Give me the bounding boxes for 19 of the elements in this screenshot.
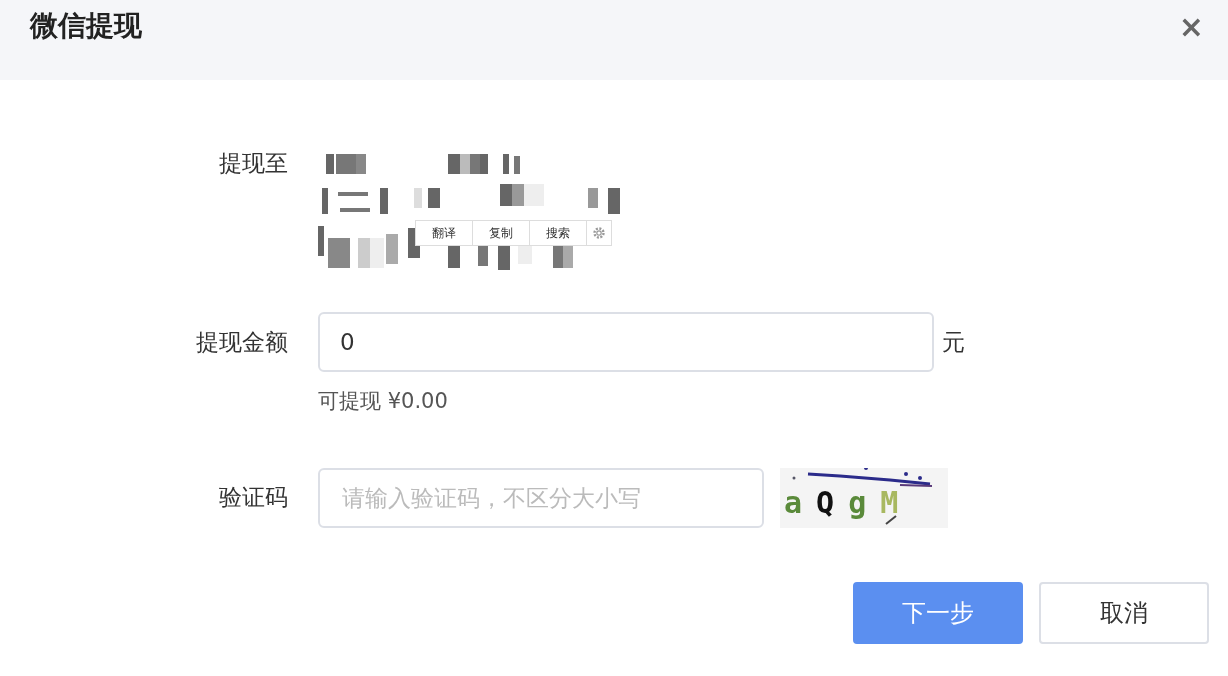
unit-label: 元 xyxy=(942,327,965,357)
captcha-character: a xyxy=(784,487,803,518)
toolbar-button[interactable]: 翻译 xyxy=(416,221,473,245)
settings-icon xyxy=(592,226,606,240)
captcha-character: M xyxy=(880,487,899,518)
captcha-image[interactable]: a Q g M xyxy=(780,467,948,528)
field-label: 提现金额 xyxy=(195,327,288,357)
toolbar-button[interactable]: 复制 xyxy=(473,221,530,245)
toolbar-button[interactable]: 搜索 xyxy=(530,221,587,245)
close-button[interactable]: × xyxy=(1178,12,1204,42)
captcha-input[interactable]: 请输入验证码，不区分大小写 xyxy=(318,467,764,528)
dialog-title: 微信提现 xyxy=(30,8,142,44)
captcha-character: Q xyxy=(816,487,835,518)
field-label: 验证码 xyxy=(218,483,288,513)
field-label: 提现至 xyxy=(218,149,288,178)
captcha-character: g xyxy=(848,487,867,518)
available-balance: 可提现 ¥0.00 xyxy=(318,388,449,415)
amount-input[interactable]: 0 xyxy=(318,312,934,372)
cancel-button[interactable]: 取消 xyxy=(1039,581,1209,644)
